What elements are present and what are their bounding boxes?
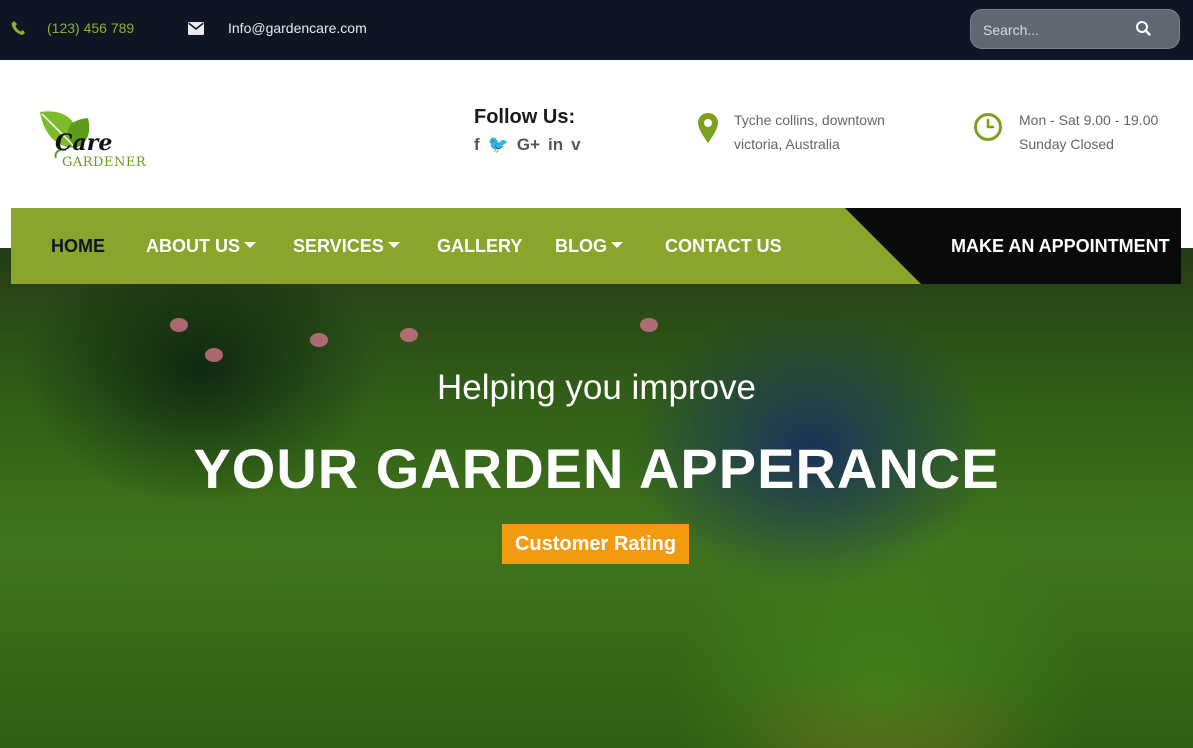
hero-banner: Helping you improve YOUR GARDEN APPERANC… xyxy=(0,248,1193,748)
linkedin-icon[interactable]: in xyxy=(548,135,563,155)
vimeo-icon[interactable]: v xyxy=(571,135,580,155)
map-pin-icon xyxy=(698,113,718,143)
clock-icon xyxy=(974,113,1002,141)
nav-item-services[interactable]: SERVICES xyxy=(293,236,400,257)
hero-subtitle: Helping you improve xyxy=(436,368,757,407)
search-box xyxy=(970,9,1180,49)
phone-number[interactable]: (123) 456 789 xyxy=(47,20,134,36)
nav-item-about-us[interactable]: ABOUT US xyxy=(146,236,256,257)
hours-line-2: Sunday Closed xyxy=(1019,136,1114,152)
main-navigation: HOME ABOUT US SERVICES GALLERY BLOG CONT… xyxy=(11,208,1181,284)
envelope-icon xyxy=(188,22,204,35)
twitter-icon[interactable]: 🐦 xyxy=(488,135,509,155)
logo-text-care[interactable]: Care xyxy=(55,130,112,156)
caret-down-icon xyxy=(244,242,256,249)
make-appointment-button[interactable]: MAKE AN APPOINTMENT xyxy=(951,236,1170,257)
email-address[interactable]: Info@gardencare.com xyxy=(228,20,367,36)
nav-item-home[interactable]: HOME xyxy=(51,236,105,257)
nav-item-contact-us[interactable]: CONTACT US xyxy=(665,236,782,257)
nav-item-label: BLOG xyxy=(555,236,607,256)
address-line-1: Tyche collins, downtown xyxy=(734,112,885,128)
caret-down-icon xyxy=(387,242,400,249)
facebook-icon[interactable]: f xyxy=(474,135,480,155)
nav-item-blog[interactable]: BLOG xyxy=(555,236,623,257)
address-line-2: victoria, Australia xyxy=(734,136,840,152)
search-input[interactable] xyxy=(983,20,1133,40)
customer-rating-button[interactable]: Customer Rating xyxy=(502,524,689,564)
hero-title: YOUR GARDEN APPERANCE xyxy=(193,437,1000,500)
site-header: Care GARDENER Follow Us: f 🐦 G+ in v Tyc… xyxy=(0,60,1193,208)
top-bar: (123) 456 789 Info@gardencare.com xyxy=(0,0,1193,60)
nav-item-label: SERVICES xyxy=(293,236,384,256)
logo-text-gardener[interactable]: GARDENER xyxy=(62,155,146,170)
search-icon[interactable] xyxy=(1133,18,1155,40)
nav-item-gallery[interactable]: GALLERY xyxy=(437,236,522,257)
social-links: f 🐦 G+ in v xyxy=(474,135,581,155)
google-plus-icon[interactable]: G+ xyxy=(517,135,540,155)
caret-down-icon xyxy=(611,242,623,249)
nav-item-label: ABOUT US xyxy=(146,236,240,256)
phone-icon xyxy=(11,21,25,35)
follow-us-heading: Follow Us: xyxy=(474,106,576,128)
hours-line-1: Mon - Sat 9.00 - 19.00 xyxy=(1019,112,1159,128)
